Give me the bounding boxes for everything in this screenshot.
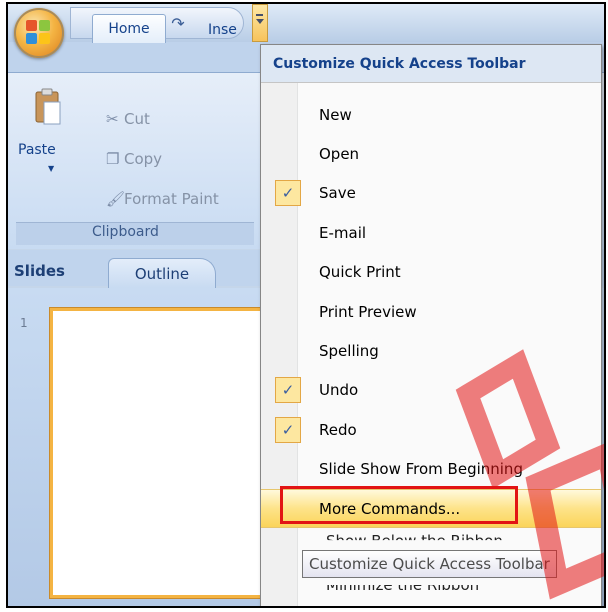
paste-dropdown-icon[interactable]: ▼ (48, 164, 54, 173)
menu-item-spelling[interactable]: Spelling (261, 331, 601, 370)
tab-insert[interactable]: Inse (208, 22, 237, 38)
menu-item-label: Open (319, 144, 360, 163)
menu-item-slide-show-from-beginning[interactable]: Slide Show From Beginning (261, 450, 601, 489)
scissors-icon: ✂ (106, 110, 119, 128)
office-logo-icon (26, 20, 52, 46)
format-painter-button[interactable]: 🖌Format Paint (106, 190, 219, 208)
checkmark-icon: ✓ (275, 377, 301, 404)
menu-item-label: Print Preview (319, 302, 417, 321)
checkmark-icon: ✓ (275, 416, 301, 443)
paste-icon[interactable] (34, 88, 62, 128)
menu-item-save[interactable]: ✓ Save (261, 174, 601, 213)
paste-button[interactable]: Paste (18, 142, 56, 158)
menu-item-label: E-mail (319, 223, 367, 242)
checkmark-icon: ✓ (275, 180, 301, 207)
powerpoint-window: ↶ ▾ ↷ Home Inse Paste ▼ ✂Cut ❐Copy 🖌Form… (6, 2, 606, 608)
copy-button[interactable]: ❐ Copy (106, 150, 162, 168)
copy-icon: ❐ (106, 150, 120, 168)
menu-item-label: New (319, 105, 352, 124)
menu-item-label: Redo (319, 420, 357, 439)
menu-item-label: Quick Print (319, 263, 401, 282)
cut-button[interactable]: ✂ Cut (106, 110, 150, 128)
tooltip: Customize Quick Access Toolbar (302, 550, 557, 578)
slide-number: 1 (20, 316, 28, 330)
menu-item-label: Undo (319, 381, 359, 400)
menu-item-new[interactable]: New (261, 95, 601, 134)
redo-icon[interactable]: ↷ (167, 13, 189, 33)
format-painter-label: Format Paint (124, 190, 219, 208)
menu-item-open[interactable]: Open (261, 134, 601, 173)
menu-item-print-preview[interactable]: Print Preview (261, 292, 601, 331)
office-button[interactable] (14, 8, 64, 58)
dropdown-bar-icon (256, 14, 263, 16)
slide-thumbnail[interactable] (50, 308, 276, 598)
menu-item-e-mail[interactable]: E-mail (261, 213, 601, 252)
menu-header: Customize Quick Access Toolbar (261, 45, 601, 83)
menu-item-quick-print[interactable]: Quick Print (261, 253, 601, 292)
tab-outline[interactable]: Outline (108, 258, 216, 289)
customize-qat-dropdown-button[interactable] (252, 4, 268, 42)
tab-home[interactable]: Home (92, 14, 166, 43)
tab-slides[interactable]: Slides (14, 262, 65, 280)
more-commands-highlight-box (280, 486, 518, 524)
menu-item-undo[interactable]: ✓ Undo (261, 371, 601, 410)
clipboard-group-label: Clipboard (92, 224, 159, 240)
cut-label: Cut (124, 110, 150, 128)
menu-item-label: Spelling (319, 341, 379, 360)
menu-item-redo[interactable]: ✓ Redo (261, 410, 601, 449)
menu-item-label: Slide Show From Beginning (319, 460, 523, 479)
brush-icon: 🖌 (106, 190, 126, 208)
copy-label: Copy (124, 150, 163, 168)
chevron-down-icon (256, 19, 264, 24)
menu-item-label: Save (319, 184, 356, 203)
